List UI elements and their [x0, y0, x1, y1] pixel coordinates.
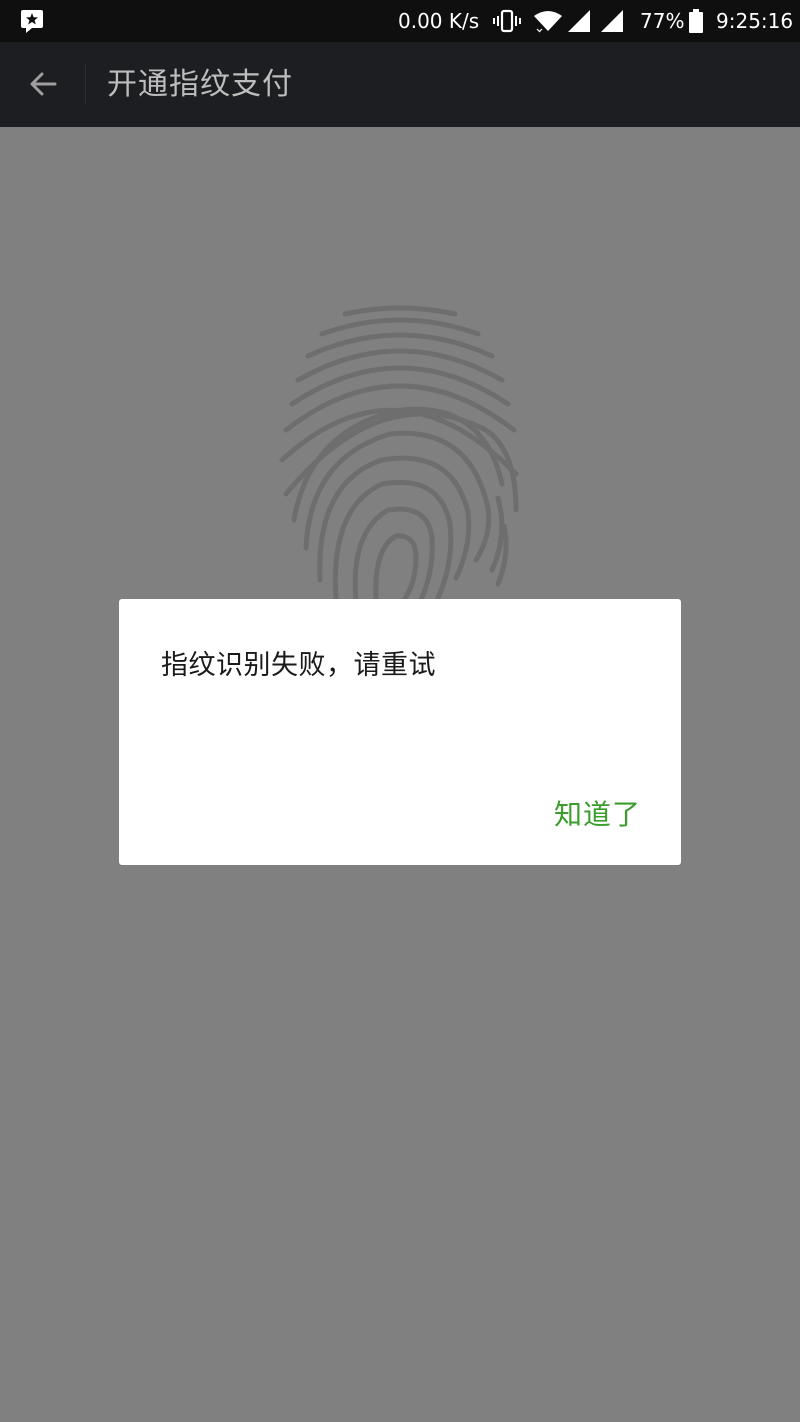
network-speed: 0.00 K/s [398, 9, 480, 33]
dialog-message: 指纹识别失败，请重试 [161, 650, 436, 681]
battery-percent: 77% [640, 9, 685, 33]
wifi-icon [533, 0, 563, 42]
dialog-confirm-button[interactable]: 知道了 [554, 793, 641, 833]
app-notification-icon [20, 0, 44, 42]
arrow-left-icon [30, 72, 57, 96]
toolbar-divider [85, 64, 86, 104]
page-title: 开通指纹支付 [107, 67, 293, 102]
screen: 0.00 K/s 77% 9:25:16 开通指纹支付 指纹识别失败，请重试 知… [0, 0, 800, 1422]
vibrate-icon [492, 0, 522, 42]
signal-icon [566, 0, 592, 42]
back-button[interactable] [16, 54, 70, 114]
fingerprint-icon [279, 305, 519, 605]
error-dialog: 指纹识别失败，请重试 知道了 [119, 599, 681, 865]
battery-icon [688, 0, 704, 42]
signal-icon [599, 0, 625, 42]
clock: 9:25:16 [716, 9, 794, 33]
status-bar: 0.00 K/s 77% 9:25:16 [0, 0, 800, 42]
toolbar: 开通指纹支付 [0, 42, 800, 127]
